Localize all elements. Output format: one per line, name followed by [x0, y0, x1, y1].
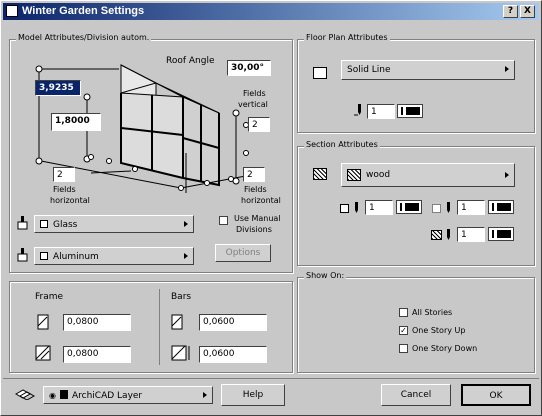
glass-swatch [40, 220, 48, 228]
glass-material-label: Glass [53, 220, 78, 230]
fields-horizontal-left-label-2: horizontal [50, 196, 90, 205]
layer-icon [15, 389, 36, 400]
use-manual-divisions-checkbox[interactable] [219, 216, 228, 225]
wood-swatch [347, 169, 361, 181]
section-pen-1-field[interactable]: 1 [365, 200, 393, 215]
aluminum-swatch [40, 252, 48, 260]
help-button[interactable]: Help [221, 384, 285, 406]
use-manual-label-2: Divisions [236, 225, 272, 234]
popup-arrow-icon [505, 66, 509, 72]
floor-plan-label: Floor Plan Attributes [304, 33, 390, 42]
layer-popup[interactable]: ◉ ArchiCAD Layer [43, 386, 213, 404]
popup-arrow-icon [184, 221, 188, 227]
one-story-up-label: One Story Up [412, 326, 466, 335]
section-pen-3-color[interactable] [488, 227, 514, 241]
brush-icon [17, 248, 28, 262]
pen-icon [447, 202, 450, 213]
bars-label: Bars [171, 292, 192, 302]
bars-width-field[interactable]: 0,0600 [199, 314, 267, 331]
options-button[interactable]: Options [215, 244, 271, 262]
fields-horizontal-left-label-1: Fields [53, 185, 76, 194]
section-pen-1-color[interactable] [396, 200, 422, 214]
frame-width-field[interactable]: 0,0800 [63, 314, 131, 331]
show-on-group: Show On: [297, 271, 535, 373]
bars-depth-icon [171, 345, 190, 361]
lock-icon [60, 390, 68, 399]
floor-plan-pen-field[interactable]: 1 [367, 104, 395, 119]
help-title-button[interactable]: ? [503, 5, 518, 18]
brush-icon [17, 216, 28, 230]
popup-arrow-icon [184, 253, 188, 259]
footer-divider [3, 378, 539, 379]
title-bar: Winter Garden Settings ? X [3, 3, 539, 20]
roof-angle-label: Roof Angle [166, 56, 215, 66]
bars-width-icon [171, 314, 183, 330]
section-pen-2-color[interactable] [488, 200, 514, 214]
fields-horizontal-right-field[interactable]: 2 [243, 167, 265, 182]
fields-vertical-field[interactable]: 2 [248, 117, 270, 132]
frame-depth-field[interactable]: 0,0800 [63, 346, 131, 363]
fields-vertical-label-1: Fields [243, 89, 266, 98]
fill-pen-swatch [432, 204, 441, 213]
pen-icon [447, 229, 450, 240]
fields-horizontal-right-label-1: Fields [244, 185, 267, 194]
popup-arrow-icon [505, 172, 509, 178]
fill-background-swatch [431, 230, 442, 240]
one-story-down-label: One Story Down [412, 344, 478, 353]
ok-button[interactable]: OK [461, 384, 531, 406]
frame-width-icon [37, 314, 49, 330]
app-icon [6, 5, 18, 17]
all-stories-checkbox[interactable] [399, 308, 408, 317]
fields-vertical-label-2: vertical [238, 100, 268, 109]
section-label: Section Attributes [304, 140, 380, 149]
frame-label: Frame [35, 292, 64, 302]
dialog-title: Winter Garden Settings [22, 5, 145, 17]
floor-plan-pen-color[interactable] [397, 104, 423, 118]
cancel-button[interactable]: Cancel [381, 384, 451, 406]
height-field[interactable]: 1,8000 [51, 113, 101, 131]
pen-icon [355, 202, 358, 213]
bars-depth-field[interactable]: 0,0600 [199, 346, 267, 363]
roof-angle-field[interactable]: 30,00° [227, 60, 271, 76]
section-material-label: wood [366, 170, 391, 180]
close-title-button[interactable]: X [520, 5, 535, 18]
glass-material-popup[interactable]: Glass [34, 215, 194, 233]
fields-horizontal-left-field[interactable]: 2 [53, 167, 75, 182]
line-type-label: Solid Line [347, 65, 391, 75]
popup-arrow-icon [203, 392, 207, 398]
layer-label: ArchiCAD Layer [72, 391, 143, 401]
floor-plan-group: Floor Plan Attributes [297, 33, 535, 133]
section-pen-3-field[interactable]: 1 [457, 227, 485, 242]
divider [159, 289, 160, 365]
model-attributes-label: Model Attributes/Division autom. [16, 33, 152, 42]
section-material-popup[interactable]: wood [341, 163, 515, 187]
section-pen-2-field[interactable]: 1 [457, 200, 485, 215]
line-type-popup[interactable]: Solid Line [341, 60, 515, 80]
aluminum-material-label: Aluminum [53, 252, 99, 262]
use-manual-label-1: Use Manual [234, 214, 281, 223]
one-story-up-checkbox[interactable]: ✓ [399, 326, 408, 335]
all-stories-label: All Stories [412, 308, 453, 317]
cut-line-swatch [340, 204, 349, 213]
show-on-label: Show On: [304, 271, 347, 280]
pen-icon [354, 104, 361, 116]
section-fill-swatch [313, 168, 327, 180]
width-field[interactable]: 3,9235 [35, 80, 81, 96]
one-story-down-checkbox[interactable] [399, 344, 408, 353]
eye-icon: ◉ [49, 391, 56, 400]
fields-horizontal-right-label-2: horizontal [241, 196, 281, 205]
line-type-swatch [313, 67, 327, 79]
aluminum-material-popup[interactable]: Aluminum [34, 247, 194, 265]
winter-garden-settings-dialog: Winter Garden Settings ? X Model Attribu… [0, 0, 542, 416]
frame-depth-icon [35, 345, 51, 361]
